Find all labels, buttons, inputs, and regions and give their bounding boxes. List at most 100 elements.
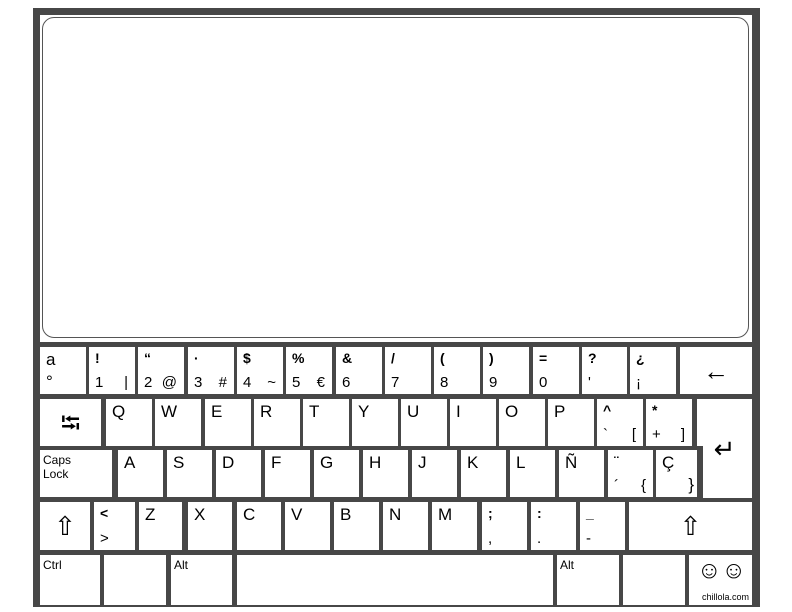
- key-j[interactable]: J: [412, 450, 457, 497]
- key-label-br: @: [161, 374, 177, 391]
- key-backspace[interactable]: ←: [680, 347, 752, 394]
- key-caps-lock[interactable]: Caps Lock: [40, 450, 112, 497]
- key-logo[interactable]: ☺☺ chillola.com: [689, 555, 752, 605]
- text-display[interactable]: [42, 17, 749, 338]
- key-w[interactable]: W: [155, 399, 201, 446]
- key-ctrl[interactable]: Ctrl: [40, 555, 100, 605]
- key-y[interactable]: Y: [352, 399, 398, 446]
- key-label-bl: 4: [243, 374, 252, 391]
- key-z[interactable]: Z: [139, 502, 182, 550]
- key-label-bl: ¡: [636, 374, 641, 391]
- key-a-degree[interactable]: a °: [40, 347, 86, 394]
- key-o[interactable]: O: [499, 399, 545, 446]
- key-k[interactable]: K: [461, 450, 506, 497]
- key-6[interactable]: & 6: [336, 347, 382, 394]
- key-caret[interactable]: ^ ` [: [597, 399, 643, 446]
- key-label-tl: ¿: [636, 350, 645, 366]
- key-left-shift[interactable]: ⇧: [40, 502, 90, 550]
- key-question[interactable]: ? ': [582, 347, 627, 394]
- key-b[interactable]: B: [334, 502, 379, 550]
- key-label-tl: ^: [603, 402, 612, 418]
- key-space[interactable]: [237, 555, 553, 605]
- key-enter[interactable]: ↵: [697, 399, 752, 498]
- key-h[interactable]: H: [363, 450, 408, 497]
- key-blank-right[interactable]: [623, 555, 685, 605]
- key-4[interactable]: $4 ~: [237, 347, 283, 394]
- key-label-tl: M: [438, 505, 453, 524]
- key-label-tl: H: [369, 453, 382, 472]
- key-label-bl: `: [603, 426, 608, 443]
- key-right-shift[interactable]: ⇧: [629, 502, 752, 550]
- logo-text: chillola.com: [701, 592, 749, 602]
- key-label-tl: (: [440, 350, 445, 366]
- enter-key-notch: [697, 446, 703, 498]
- key-label-bl: 2: [144, 374, 153, 391]
- key-underscore[interactable]: _ -: [580, 502, 625, 550]
- key-label-bl: +: [652, 426, 661, 443]
- key-label-tl: :: [537, 505, 542, 521]
- key-cedilla[interactable]: Ç}: [656, 450, 701, 497]
- key-3[interactable]: · 3 #: [188, 347, 234, 394]
- key-label-tl: &: [342, 350, 353, 366]
- key-label-tl: R: [260, 402, 273, 421]
- key-f[interactable]: F: [265, 450, 310, 497]
- key-1[interactable]: ! 1 |: [89, 347, 135, 394]
- key-label-tl: ?: [588, 350, 597, 366]
- key-0[interactable]: = 0: [533, 347, 579, 394]
- key-blank-left[interactable]: [104, 555, 166, 605]
- key-l[interactable]: L: [510, 450, 555, 497]
- key-label-tl: G: [320, 453, 334, 472]
- key-tab[interactable]: ⭾: [40, 399, 101, 446]
- key-inverted-question[interactable]: ¿ ¡: [630, 347, 676, 394]
- key-label-tl: N: [389, 505, 402, 524]
- key-plus[interactable]: * +]: [646, 399, 692, 446]
- key-label-tl: T: [309, 402, 320, 421]
- key-label-tl: A: [124, 453, 136, 472]
- key-d[interactable]: D: [216, 450, 261, 497]
- key-enye[interactable]: Ñ: [559, 450, 604, 497]
- key-t[interactable]: T: [303, 399, 349, 446]
- key-9[interactable]: ) 9: [483, 347, 529, 394]
- key-c[interactable]: C: [237, 502, 281, 550]
- key-label-bl: 7: [391, 374, 400, 391]
- key-label-tl: Ctrl: [43, 558, 62, 572]
- key-label-tl: <: [100, 505, 109, 521]
- key-label-tl: W: [161, 402, 178, 421]
- key-label-tl: K: [467, 453, 479, 472]
- key-label-tl: “: [144, 350, 151, 366]
- key-r[interactable]: R: [254, 399, 300, 446]
- key-s[interactable]: S: [167, 450, 212, 497]
- key-7[interactable]: /7: [385, 347, 431, 394]
- key-label-tl: V: [291, 505, 303, 524]
- key-label-tl: J: [418, 453, 427, 472]
- key-colon[interactable]: :.: [531, 502, 576, 550]
- key-u[interactable]: U: [401, 399, 447, 446]
- key-label-tl: ;: [488, 505, 493, 521]
- key-a[interactable]: A: [118, 450, 163, 497]
- shift-icon: ⇧: [54, 511, 76, 541]
- key-label-bl: 5: [292, 374, 301, 391]
- key-diaeresis[interactable]: ¨ ´ {: [608, 450, 653, 497]
- key-q[interactable]: Q: [106, 399, 152, 446]
- key-x[interactable]: X: [188, 502, 232, 550]
- key-label-br: ~: [267, 374, 276, 391]
- shift-icon: ⇧: [679, 511, 702, 541]
- key-label-tl: Y: [358, 402, 370, 421]
- key-label-tl: =: [539, 350, 548, 366]
- key-v[interactable]: V: [285, 502, 330, 550]
- key-5[interactable]: % 5 €: [286, 347, 332, 394]
- key-e[interactable]: E: [205, 399, 251, 446]
- key-g[interactable]: G: [314, 450, 359, 497]
- key-2[interactable]: “ 2 @: [138, 347, 184, 394]
- key-i[interactable]: I: [450, 399, 496, 446]
- key-n[interactable]: N: [383, 502, 428, 550]
- key-alt[interactable]: Alt: [171, 555, 232, 605]
- key-semicolon[interactable]: ;,: [482, 502, 527, 550]
- key-8[interactable]: (8: [434, 347, 480, 394]
- key-label-tl: X: [194, 505, 206, 524]
- key-label-br: ]: [680, 426, 685, 443]
- key-less-greater[interactable]: < >: [94, 502, 135, 550]
- key-p[interactable]: P: [548, 399, 594, 446]
- key-alt-gr[interactable]: Alt: [557, 555, 619, 605]
- key-m[interactable]: M: [432, 502, 477, 550]
